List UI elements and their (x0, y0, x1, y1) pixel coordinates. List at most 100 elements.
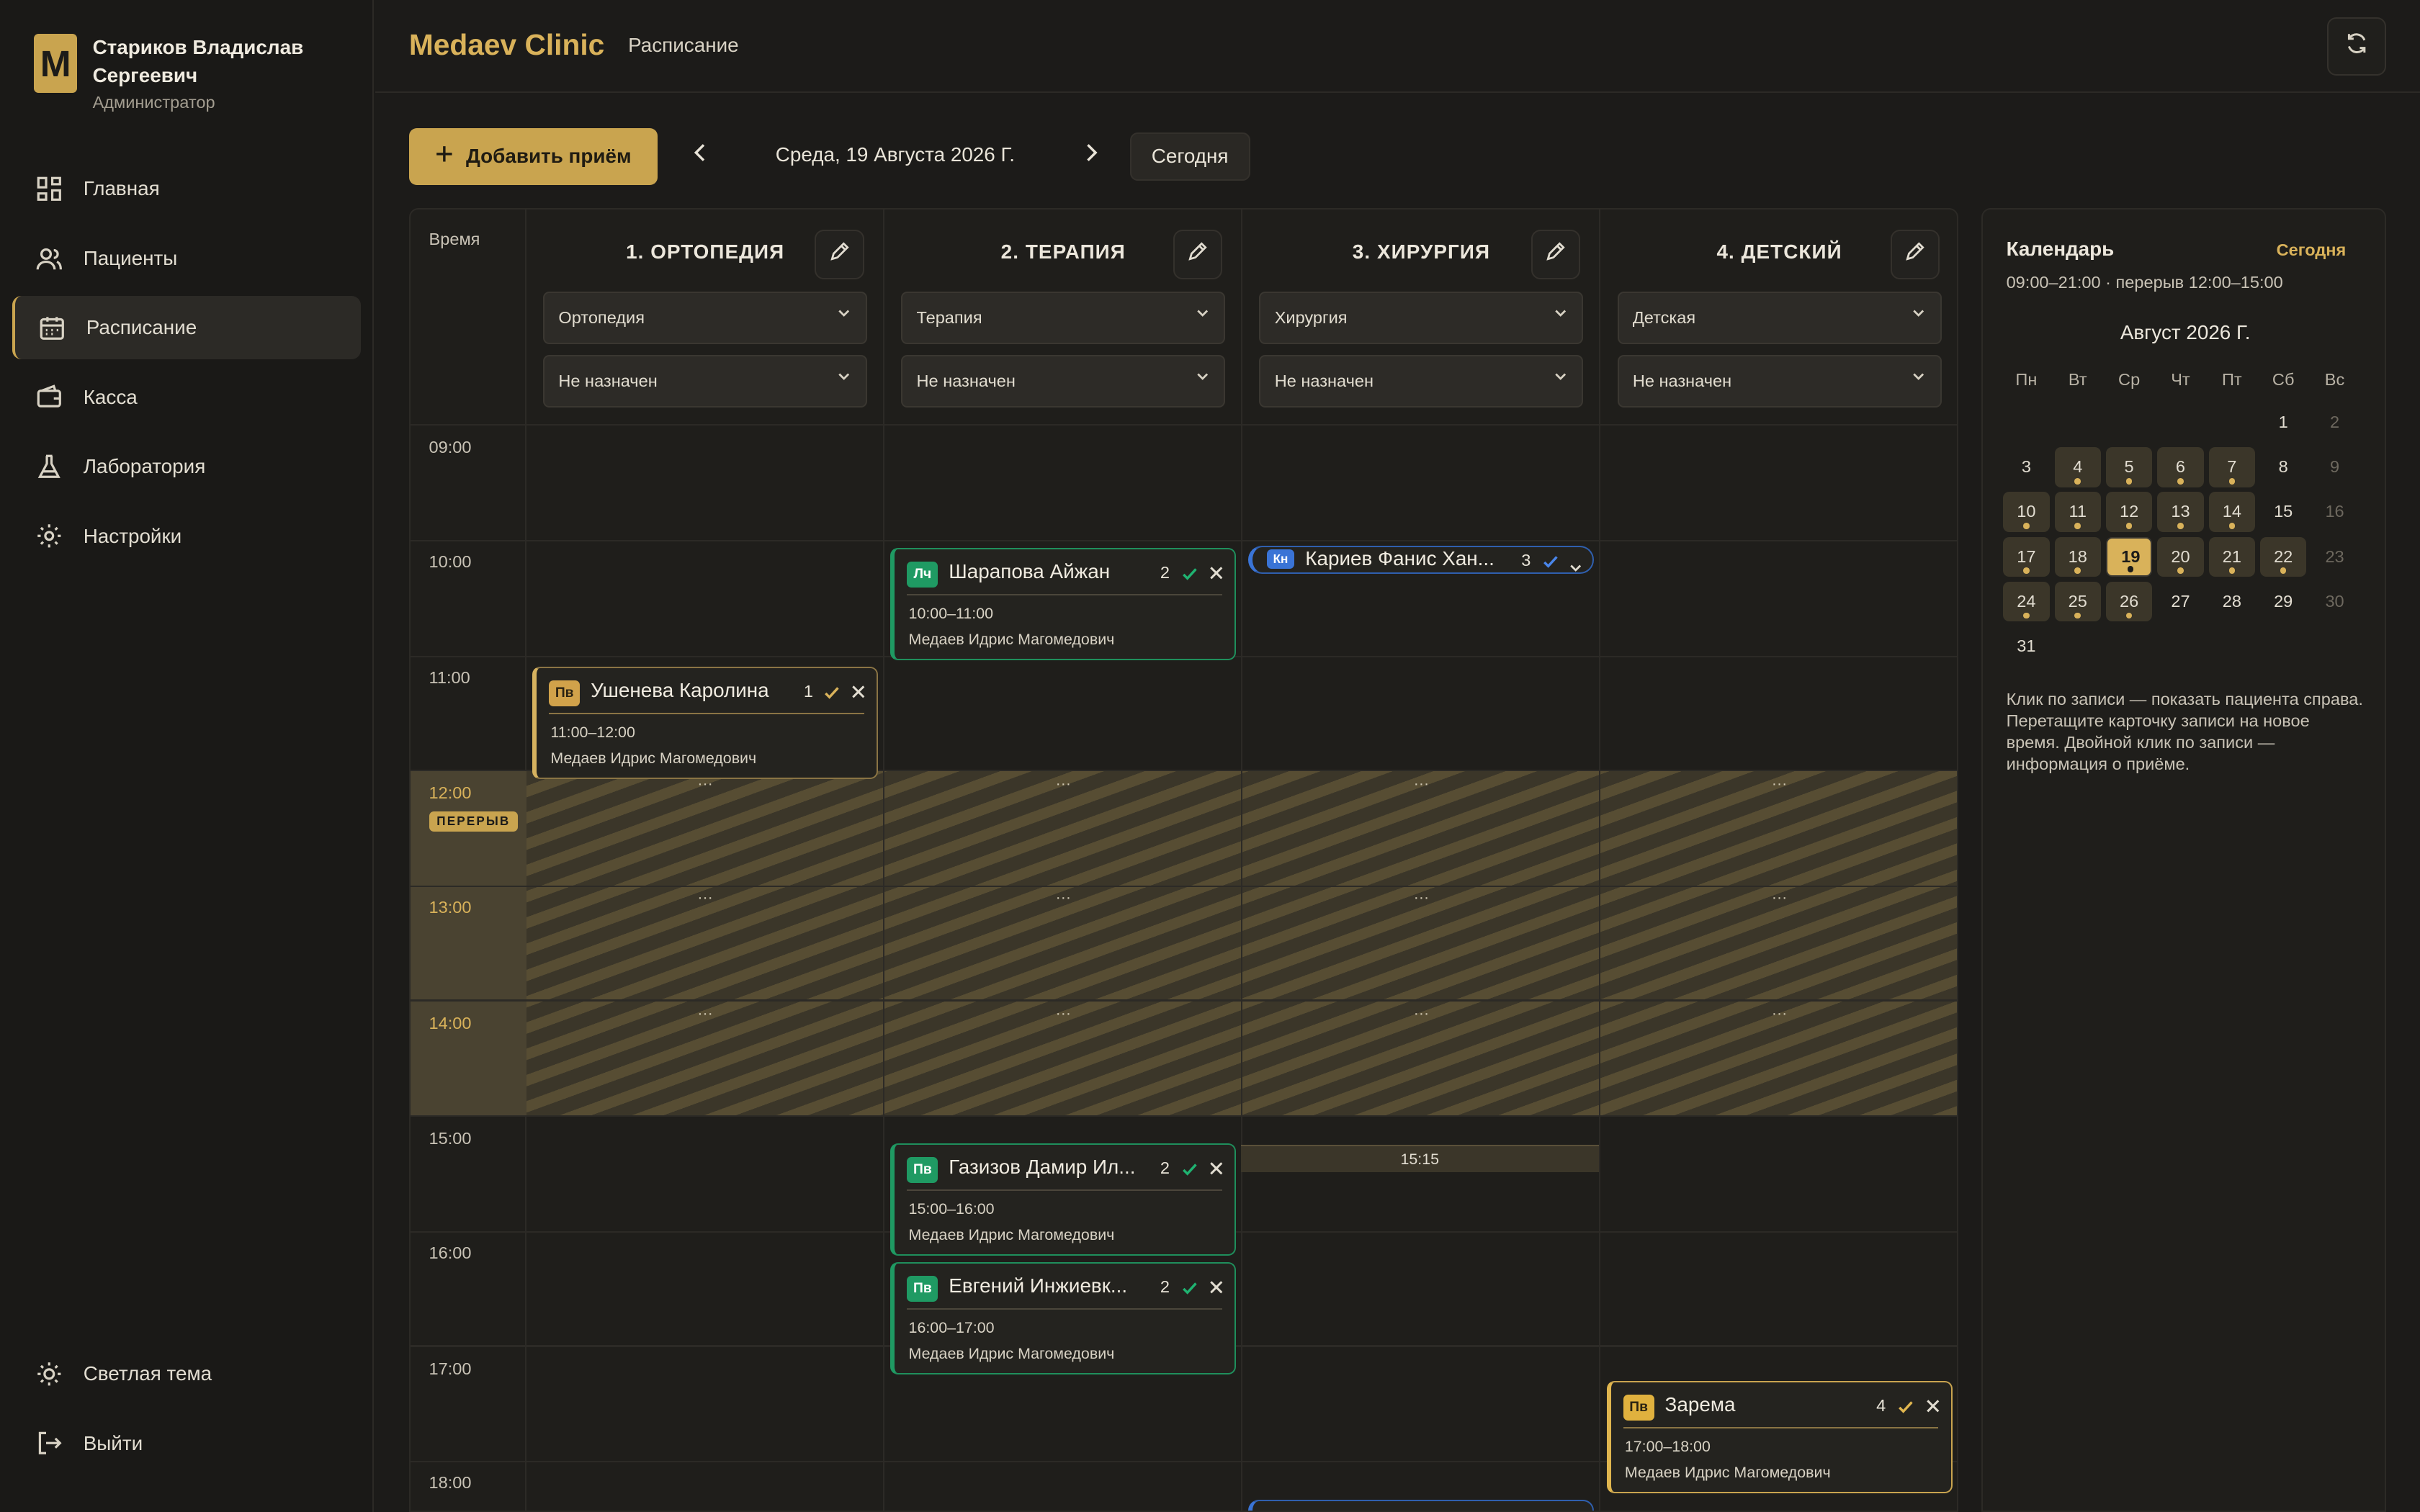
calendar-day[interactable]: 25 (2054, 581, 2101, 622)
check-icon[interactable] (1180, 1276, 1199, 1304)
appointment-card[interactable]: Пв Евгений Инжиевк... 2 16:00–17:00 Меда… (890, 1261, 1237, 1375)
sidebar-item-schedule[interactable]: Расписание (12, 296, 362, 360)
slot-dots[interactable]: ··· (1600, 1004, 1957, 1022)
calendar-day[interactable]: 18 (2054, 536, 2101, 577)
calendar-day[interactable]: 13 (2157, 492, 2204, 533)
calendar-day[interactable]: 3 (2003, 447, 2049, 487)
doctor-select[interactable]: Не назначен (1617, 354, 1942, 408)
calendar-day[interactable]: 2 (2311, 402, 2357, 443)
close-icon[interactable] (1208, 1156, 1225, 1184)
calendar-day[interactable]: 22 (2260, 536, 2307, 577)
calendar-day[interactable]: 6 (2157, 447, 2204, 487)
appointment-card[interactable]: Пв Зарема 4 17:00–18:00 Медаев Идрис Маг… (1606, 1380, 1953, 1494)
appointment-type-badge: Пв (1623, 1394, 1654, 1421)
appointment-card[interactable]: Кн Кариев Фанис Хан... 3 (1248, 546, 1595, 577)
doctor-select[interactable]: Не назначен (1259, 354, 1584, 408)
sidebar-item-settings[interactable]: Настройки (12, 505, 361, 568)
edit-column-button[interactable] (815, 230, 864, 279)
close-icon[interactable] (850, 679, 867, 707)
add-appointment-button[interactable]: Добавить приём (408, 127, 658, 186)
calendar-day[interactable]: 19 (2105, 536, 2153, 577)
calendar-day[interactable]: 1 (2260, 402, 2306, 443)
calendar-day[interactable]: 28 (2209, 582, 2255, 622)
doctor-select[interactable]: Не назначен (901, 354, 1226, 408)
check-icon[interactable] (823, 680, 841, 708)
calendar-day[interactable]: 12 (2105, 492, 2153, 533)
close-icon[interactable] (1924, 1393, 1942, 1421)
calendar-day[interactable]: 5 (2105, 447, 2153, 487)
sidebar-item-cashbox[interactable]: Касса (12, 366, 361, 429)
calendar-day[interactable]: 23 (2311, 537, 2357, 577)
edit-column-button[interactable] (1173, 230, 1223, 279)
user-profile[interactable]: M Стариков Владислав Сергеевич Администр… (34, 34, 339, 112)
chevron-right-icon (1083, 142, 1098, 170)
pencil-icon (1904, 240, 1926, 269)
time-header: Время (429, 230, 480, 249)
appointment-card[interactable]: Лч Шарапова Айжан 2 10:00–11:00 Медаев И… (890, 547, 1237, 660)
calendar-day[interactable]: 31 (2003, 626, 2049, 667)
calendar-day[interactable]: 15 (2260, 492, 2306, 532)
refresh-button[interactable] (2327, 17, 2386, 76)
specialty-select[interactable]: Ортопедия (543, 291, 868, 344)
close-icon[interactable] (1208, 1274, 1225, 1302)
slot-dots[interactable]: ··· (1242, 888, 1600, 906)
refresh-icon (2344, 31, 2369, 62)
slot-dots[interactable]: ··· (1600, 888, 1957, 906)
divider (549, 712, 864, 714)
sidebar-item-lab[interactable]: Лаборатория (12, 435, 361, 498)
next-day-button[interactable] (1076, 139, 1107, 173)
calendar-day[interactable]: 11 (2054, 492, 2101, 533)
calendar-day[interactable]: 24 (2003, 581, 2050, 622)
specialty-select[interactable]: Детская (1617, 291, 1942, 344)
sidebar-item-home[interactable]: Главная (12, 158, 361, 221)
chevron-down-icon (1195, 305, 1210, 325)
theme-toggle[interactable]: Светлая тема (12, 1342, 361, 1405)
slot-dots[interactable]: ··· (884, 888, 1242, 906)
calendar-day[interactable]: 27 (2157, 582, 2203, 622)
appointment-card[interactable]: Пв Ушенева Каролина 1 11:00–12:00 Медаев… (532, 666, 879, 779)
appointment-card[interactable] (1248, 1499, 1595, 1511)
calendar-day[interactable]: 14 (2208, 492, 2255, 533)
time-slot-marker[interactable]: 15:15 (1240, 1144, 1599, 1173)
appointment-card[interactable]: Пв Газизов Дамир Ил... 2 15:00–16:00 Мед… (890, 1143, 1237, 1256)
slot-dots[interactable]: ··· (884, 1004, 1242, 1022)
slot-dots[interactable]: ··· (1242, 775, 1600, 793)
edit-column-button[interactable] (1531, 230, 1581, 279)
busy-dot (2074, 478, 2081, 485)
slot-dots[interactable]: ··· (526, 888, 884, 906)
logout-button[interactable]: Выйти (12, 1412, 361, 1475)
today-button[interactable]: Сегодня (1129, 132, 1250, 181)
slot-dots[interactable]: ··· (1242, 1004, 1600, 1022)
chair-number: 4 (1876, 1395, 1886, 1415)
specialty-select[interactable]: Хирургия (1259, 291, 1584, 344)
check-icon[interactable] (1541, 549, 1560, 577)
calendar-day[interactable]: 8 (2260, 447, 2306, 487)
calendar-day[interactable]: 7 (2208, 447, 2255, 487)
sidebar-item-patients[interactable]: Пациенты (12, 227, 361, 290)
check-icon[interactable] (1180, 562, 1199, 590)
calendar-day[interactable]: 4 (2054, 447, 2101, 487)
edit-column-button[interactable] (1890, 230, 1940, 279)
calendar-day[interactable]: 16 (2311, 492, 2357, 532)
calendar-today-link[interactable]: Сегодня (2277, 240, 2347, 260)
chevron-down-icon[interactable] (1568, 554, 1583, 582)
check-icon[interactable] (1896, 1395, 1915, 1423)
slot-dots[interactable]: ··· (526, 1004, 884, 1022)
calendar-day[interactable]: 26 (2105, 581, 2153, 622)
close-icon[interactable] (1208, 560, 1225, 588)
calendar-day[interactable]: 20 (2157, 536, 2204, 577)
calendar-day[interactable]: 10 (2003, 492, 2050, 533)
prev-day-button[interactable] (685, 139, 716, 173)
calendar-day[interactable]: 21 (2208, 536, 2255, 577)
app-brand[interactable]: Medaev Clinic (409, 28, 604, 62)
doctor-select[interactable]: Не назначен (543, 354, 868, 408)
slot-dots[interactable]: ··· (1600, 775, 1957, 793)
appointment-type-badge: Пв (907, 1275, 938, 1302)
calendar-day[interactable]: 29 (2260, 582, 2306, 622)
specialty-select[interactable]: Терапия (901, 291, 1226, 344)
calendar-day[interactable]: 17 (2003, 536, 2050, 577)
calendar-day[interactable]: 9 (2311, 447, 2357, 487)
check-icon[interactable] (1180, 1157, 1199, 1185)
calendar-day[interactable]: 30 (2311, 582, 2357, 622)
slot-dots[interactable]: ··· (884, 775, 1242, 793)
